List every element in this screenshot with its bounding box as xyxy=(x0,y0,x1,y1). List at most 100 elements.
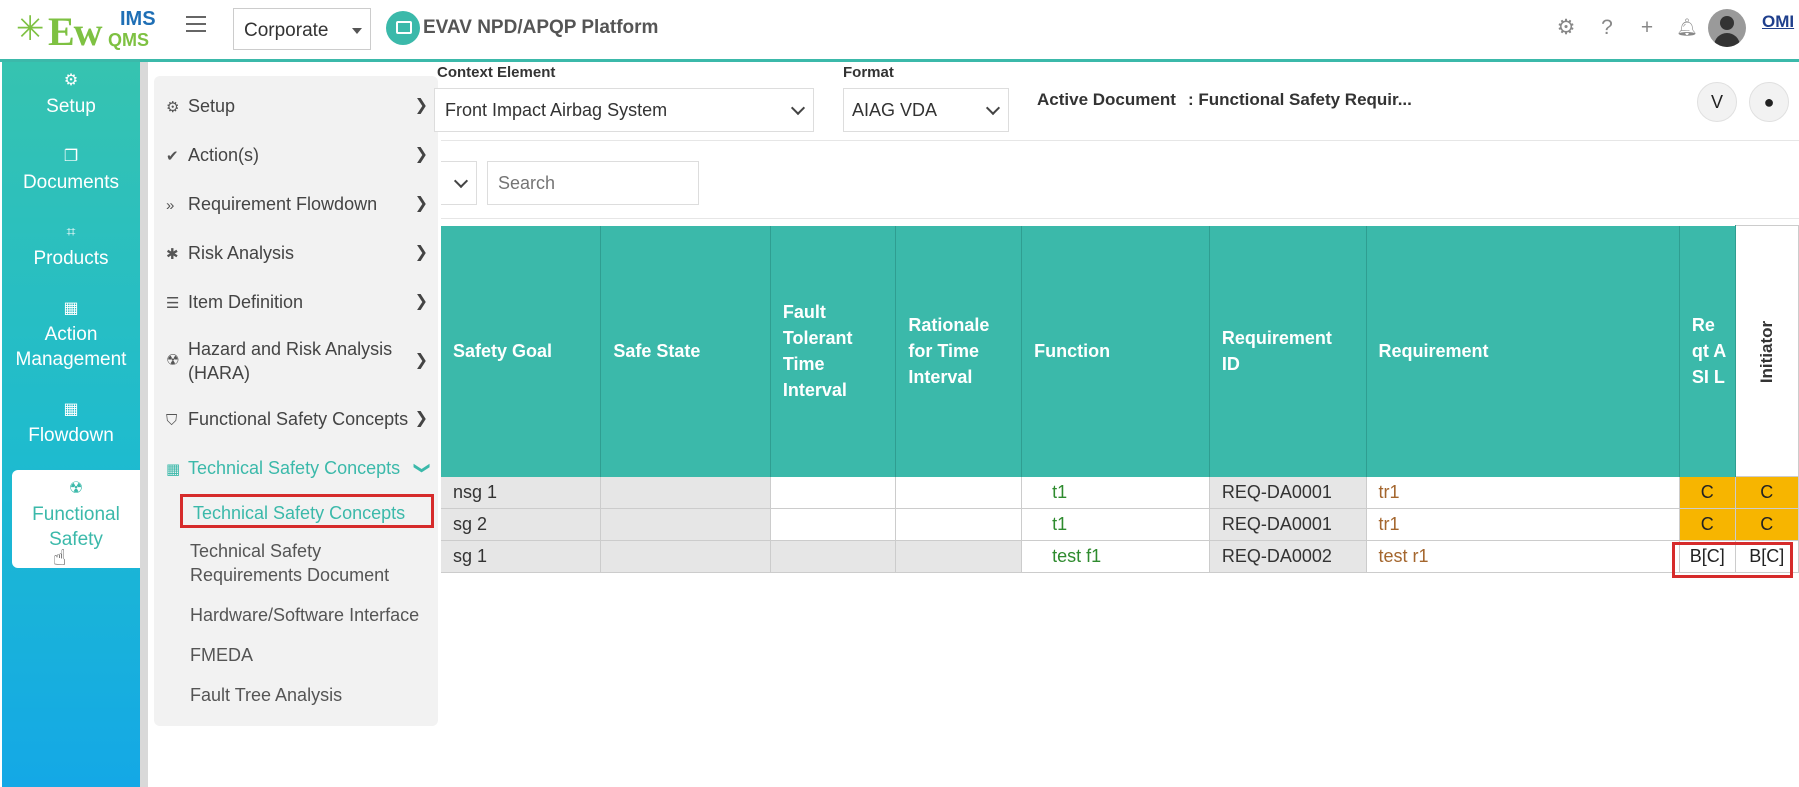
column-header[interactable]: Initiator xyxy=(1734,225,1799,477)
column-header[interactable]: Safety Goal xyxy=(441,225,602,477)
column-header[interactable]: Rationale for Time Interval xyxy=(895,225,1023,477)
cell-rationale[interactable] xyxy=(895,540,1023,573)
submenu-item-fmeda[interactable]: FMEDA xyxy=(190,643,435,667)
chevron-right-icon: ❯ xyxy=(414,97,428,114)
cell-function[interactable]: test f1 xyxy=(1021,540,1210,573)
bug-icon: ✱ xyxy=(166,246,179,263)
version-icon[interactable]: V xyxy=(1697,82,1737,122)
cell-initiator[interactable]: C xyxy=(1735,508,1799,541)
copy-icon: ❐ xyxy=(63,148,79,165)
cell-asil[interactable]: C xyxy=(1679,508,1736,541)
context-element-label: Context Element xyxy=(437,64,556,81)
column-header[interactable]: Function xyxy=(1021,225,1210,477)
column-header[interactable]: Re qt ASI L xyxy=(1679,225,1736,477)
menu-item-actions[interactable]: ✔ Action(s) ❯ xyxy=(166,143,428,169)
organization-select[interactable]: Corporate xyxy=(233,8,371,50)
search-input[interactable] xyxy=(487,161,699,205)
cell-ftti[interactable] xyxy=(770,508,897,541)
cell-requirement[interactable]: tr1 xyxy=(1366,476,1680,509)
annotation-highlight-box xyxy=(1672,542,1793,578)
menu-item-risk-analysis[interactable]: ✱ Risk Analysis ❯ xyxy=(166,241,428,267)
menu-item-functional-safety-concepts[interactable]: ⛉ Functional Safety Concepts ❯ xyxy=(166,407,428,433)
nav-label: Products xyxy=(33,248,109,269)
submenu-item-hw-sw-interface[interactable]: Hardware/Software Interface xyxy=(190,603,435,627)
flyout-panel xyxy=(154,76,438,726)
table-header-row: Safety Goal Safe State Fault Tolerant Ti… xyxy=(441,225,1799,477)
building-icon: ▦ xyxy=(63,401,79,418)
avatar[interactable] xyxy=(1708,9,1746,47)
plus-icon[interactable]: + xyxy=(1636,17,1658,39)
table-row[interactable]: nsg 1 t1 REQ-DA0001 tr1 C C xyxy=(441,476,1799,509)
column-header[interactable]: Requirement xyxy=(1366,225,1680,477)
cell-function[interactable]: t1 xyxy=(1021,508,1210,541)
column-header[interactable]: Safe State xyxy=(600,225,771,477)
caret-down-icon xyxy=(352,28,362,34)
menu-label: Risk Analysis xyxy=(188,243,295,263)
cell-requirement[interactable]: tr1 xyxy=(1366,508,1680,541)
company-logo[interactable]: OMI xyxy=(1762,12,1794,32)
nav-item-setup[interactable]: ⚙ Setup xyxy=(2,72,140,119)
menu-item-technical-safety-concepts[interactable]: ▦ Technical Safety Concepts ❯ xyxy=(166,456,430,482)
nav-item-products[interactable]: ⌗ Products xyxy=(2,224,140,271)
menu-label: Requirement Flowdown xyxy=(188,194,378,214)
cell-requirement-id[interactable]: REQ-DA0001 xyxy=(1209,476,1367,509)
chevron-down-icon xyxy=(453,173,469,189)
chevron-down-icon: ❯ xyxy=(413,461,431,475)
menu-item-item-definition[interactable]: ☰ Item Definition ❯ xyxy=(166,290,428,316)
menu-label: Functional Safety Concepts xyxy=(188,409,409,429)
cell-ftti[interactable] xyxy=(770,540,897,573)
column-header[interactable]: Fault Tolerant Time Interval xyxy=(770,225,897,477)
help-icon[interactable]: ? xyxy=(1596,17,1618,39)
cell-safe-state[interactable] xyxy=(600,540,771,573)
cell-safety-goal[interactable]: sg 1 xyxy=(441,540,602,573)
cell-requirement-id[interactable]: REQ-DA0001 xyxy=(1209,508,1367,541)
cell-requirement[interactable]: test r1 xyxy=(1366,540,1680,573)
nav-item-action-management[interactable]: ▦ Action Management xyxy=(2,300,140,372)
cell-rationale[interactable] xyxy=(895,476,1023,509)
chevron-right-icon: ❯ xyxy=(414,244,428,261)
submenu-label: FMEDA xyxy=(190,645,253,665)
menu-label: Hazard and Risk Analysis (HARA) xyxy=(188,339,393,383)
cell-rationale[interactable] xyxy=(895,508,1023,541)
cell-requirement-id[interactable]: REQ-DA0002 xyxy=(1209,540,1367,573)
table-row[interactable]: sg 1 test f1 REQ-DA0002 test r1 B[C] B[C… xyxy=(441,540,1799,573)
radiation-icon: ☢ xyxy=(68,480,84,497)
cell-safety-goal[interactable]: nsg 1 xyxy=(441,476,602,509)
hand-cursor-icon: ☝ xyxy=(53,545,67,570)
double-chevron-down-icon: » xyxy=(166,197,175,214)
submenu-item-fault-tree-analysis[interactable]: Fault Tree Analysis xyxy=(190,683,435,707)
gears-icon: ⚙ xyxy=(63,72,79,89)
submenu-item-technical-safety-concepts[interactable]: Technical Safety Concepts xyxy=(180,494,434,528)
bell-icon[interactable]: 🔔︎ xyxy=(1676,17,1698,39)
requirements-table: Safety Goal Safe State Fault Tolerant Ti… xyxy=(441,225,1799,573)
nav-item-documents[interactable]: ❐ Documents xyxy=(2,148,140,195)
drop-icon[interactable]: ● xyxy=(1749,82,1789,122)
cell-safe-state[interactable] xyxy=(600,476,771,509)
format-select[interactable]: AIAG VDA xyxy=(843,88,1009,132)
platform-title: EVAV NPD/APQP Platform xyxy=(423,17,659,38)
nav-item-functional-safety[interactable]: ☢ Functional Safety xyxy=(12,470,140,568)
cell-safe-state[interactable] xyxy=(600,508,771,541)
column-header[interactable]: Requirement ID xyxy=(1209,225,1367,477)
menu-label: Setup xyxy=(188,96,236,116)
cell-initiator[interactable]: C xyxy=(1735,476,1799,509)
cell-safety-goal[interactable]: sg 2 xyxy=(441,508,602,541)
menu-item-setup[interactable]: ⚙ Setup ❯ xyxy=(166,94,428,120)
cell-function[interactable]: t1 xyxy=(1021,476,1210,509)
filter-select[interactable] xyxy=(441,161,477,205)
gear-icon[interactable]: ⚙ xyxy=(1555,17,1577,39)
nav-item-flowdown[interactable]: ▦ Flowdown xyxy=(2,401,140,448)
divider xyxy=(441,140,1799,141)
context-element-select[interactable]: Front Impact Airbag System xyxy=(434,88,814,132)
shield-icon: ⛉ xyxy=(166,412,178,429)
menu-toggle-icon[interactable] xyxy=(186,16,206,34)
format-value: AIAG VDA xyxy=(852,100,938,120)
app-logo[interactable]: ✳ Ew IMS QMS xyxy=(14,6,164,54)
menu-item-requirement-flowdown[interactable]: » Requirement Flowdown ❯ xyxy=(166,192,428,218)
cell-asil[interactable]: C xyxy=(1679,476,1736,509)
cell-ftti[interactable] xyxy=(770,476,897,509)
logo-ims: IMS xyxy=(120,8,156,30)
menu-item-hara[interactable]: ☢ Hazard and Risk Analysis (HARA) ❯ xyxy=(166,337,428,385)
table-row[interactable]: sg 2 t1 REQ-DA0001 tr1 C C xyxy=(441,508,1799,541)
submenu-item-tsr-document[interactable]: Technical Safety Requirements Document xyxy=(190,539,435,587)
